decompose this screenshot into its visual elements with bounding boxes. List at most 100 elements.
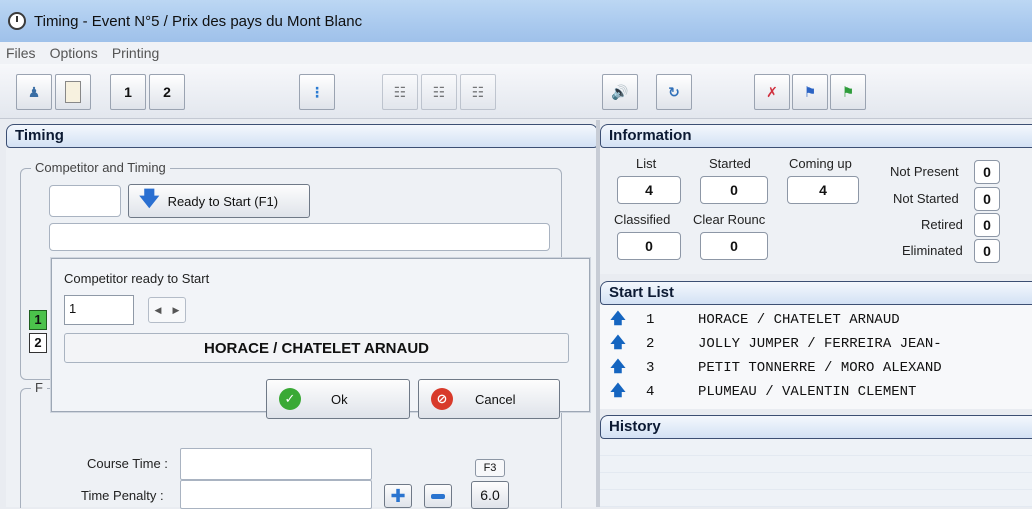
menu-options[interactable]: Options: [44, 45, 106, 61]
penalty-plus-button[interactable]: ✚: [384, 484, 412, 508]
list-item[interactable]: 🡅 3 PETIT TONNERRE / MORO ALEXAND: [606, 357, 1032, 379]
retired-count: 0: [974, 213, 1000, 237]
ready-to-start-label: Ready to Start (F1): [167, 193, 279, 209]
not-started-count: 0: [974, 187, 1000, 211]
start-number: 3: [646, 360, 655, 376]
f3-key-badge: F3: [475, 459, 505, 477]
start-2-button[interactable]: 2: [149, 74, 185, 110]
arrow-up-icon: 🡅: [610, 310, 626, 328]
eliminated-label: Eliminated: [902, 243, 963, 258]
history-panel: [600, 439, 1032, 507]
time-penalty-label: Time Penalty :: [81, 488, 164, 503]
notes-button[interactable]: [55, 74, 91, 110]
plus-icon: ✚: [390, 485, 406, 506]
start-2-icon: 2: [163, 84, 171, 100]
dialog-title: Competitor ready to Start: [64, 271, 210, 286]
timing-header: Timing: [6, 124, 598, 148]
coming-up-count: 4: [787, 176, 859, 204]
coming-up-label: Coming up: [789, 156, 852, 171]
arrow-up-icon: 🡅: [610, 358, 626, 376]
list-search-icon: ☷: [393, 83, 407, 100]
arrow-up-icon: 🡅: [610, 334, 626, 352]
competitor-name: HORACE / CHATELET ARNAUD: [698, 312, 900, 328]
round-1-badge: 1: [29, 310, 47, 330]
menu-bar: Files Options Printing: [0, 42, 1032, 65]
competitor-name: PETIT TONNERRE / MORO ALEXAND: [698, 360, 942, 376]
tool-button-c[interactable]: ☷: [460, 74, 496, 110]
dialog-ok-button[interactable]: ✓ Ok: [266, 379, 410, 419]
clear-round-count: 0: [700, 232, 768, 260]
toolbar: ♟ 1 2 ⋮ ☷ ☷ ☷ 🔊 ↻ ✗ ⚑ ⚑: [0, 64, 1032, 119]
tool-button-b[interactable]: ☷: [421, 74, 457, 110]
competitor-settings-button[interactable]: ♟: [16, 74, 52, 110]
clock-icon: [8, 12, 26, 30]
red-cross-icon: ✗: [766, 83, 778, 100]
refresh-button[interactable]: ↻: [656, 74, 692, 110]
dialog-ok-label: Ok: [331, 391, 348, 407]
splitter[interactable]: [596, 120, 600, 507]
information-header: Information: [600, 124, 1032, 148]
menu-printing[interactable]: Printing: [106, 45, 167, 61]
tool-button-a[interactable]: ☷: [382, 74, 418, 110]
round-2-badge: 2: [29, 333, 47, 353]
list-label: List: [636, 156, 657, 171]
classified-label: Classified: [614, 212, 671, 227]
menu-files[interactable]: Files: [0, 45, 44, 61]
started-count: 0: [700, 176, 768, 204]
check-icon: ✓: [279, 388, 301, 410]
spin-right-icon[interactable]: ▶: [167, 298, 185, 322]
refresh-icon: ↻: [668, 83, 680, 100]
ready-dialog: Competitor ready to Start 1 ◀ ▶ HORACE /…: [51, 258, 590, 419]
blue-flag-icon: ⚑: [803, 83, 817, 100]
started-label: Started: [709, 156, 751, 171]
time-penalty-input[interactable]: [180, 480, 372, 509]
list-count: 4: [617, 176, 681, 204]
list-item[interactable]: 🡅 1 HORACE / CHATELET ARNAUD: [606, 309, 1032, 331]
dialog-cancel-label: Cancel: [475, 391, 516, 407]
ready-to-start-button[interactable]: 🡇 Ready to Start (F1): [128, 184, 310, 218]
competitor-name-field: [49, 223, 550, 251]
clear-round-label: Clear Rounc: [693, 212, 766, 227]
eliminated-count: 0: [974, 239, 1000, 263]
retired-label: Retired: [921, 217, 963, 232]
person-gear-icon: ♟: [27, 83, 41, 100]
start-number: 1: [646, 312, 655, 328]
dialog-number-value: 1: [69, 301, 77, 316]
window-title: Timing - Event N°5 / Prix des pays du Mo…: [34, 12, 363, 30]
document-icon: [65, 81, 81, 103]
course-time-input[interactable]: [180, 448, 372, 480]
speaker-icon: 🔊: [611, 83, 629, 100]
start-1-button[interactable]: 1: [110, 74, 146, 110]
ranking-button[interactable]: ⋮: [299, 74, 335, 110]
dialog-number-spinner[interactable]: ◀ ▶: [148, 297, 186, 323]
list-item[interactable]: 🡅 4 PLUMEAU / VALENTIN CLEMENT: [606, 381, 1032, 403]
arrow-up-icon: 🡅: [610, 382, 626, 400]
not-present-label: Not Present: [890, 164, 959, 179]
dialog-competitor-name: HORACE / CHATELET ARNAUD: [64, 333, 569, 363]
history-header: History: [600, 415, 1032, 439]
spin-left-icon[interactable]: ◀: [149, 298, 167, 322]
penalty-minus-button[interactable]: [424, 484, 452, 508]
fault-group-label: F: [31, 380, 47, 395]
green-flag-icon: ⚑: [841, 83, 855, 100]
start-number: 2: [646, 336, 655, 352]
sound-button[interactable]: 🔊: [602, 74, 638, 110]
blue-flag-button[interactable]: ⚑: [792, 74, 828, 110]
competitor-name: JOLLY JUMPER / FERREIRA JEAN-: [698, 336, 942, 352]
penalty-value-button[interactable]: 6.0: [471, 481, 509, 509]
course-time-label: Course Time :: [87, 456, 168, 471]
dialog-cancel-button[interactable]: ⊘ Cancel: [418, 379, 560, 419]
start-number: 4: [646, 384, 655, 400]
minus-icon: [431, 493, 445, 499]
green-flag-button[interactable]: ⚑: [830, 74, 866, 110]
competitor-name: PLUMEAU / VALENTIN CLEMENT: [698, 384, 917, 400]
arrow-down-icon: 🡇: [139, 188, 160, 210]
list-item[interactable]: 🡅 2 JOLLY JUMPER / FERREIRA JEAN-: [606, 333, 1032, 355]
title-bar: Timing - Event N°5 / Prix des pays du Mo…: [0, 0, 1032, 42]
list-search-icon: ☷: [432, 83, 446, 100]
cancel-icon: ⊘: [431, 388, 453, 410]
dialog-number-input[interactable]: 1: [64, 295, 134, 325]
competitor-number-field[interactable]: [49, 185, 121, 217]
eliminate-button[interactable]: ✗: [754, 74, 790, 110]
classified-count: 0: [617, 232, 681, 260]
